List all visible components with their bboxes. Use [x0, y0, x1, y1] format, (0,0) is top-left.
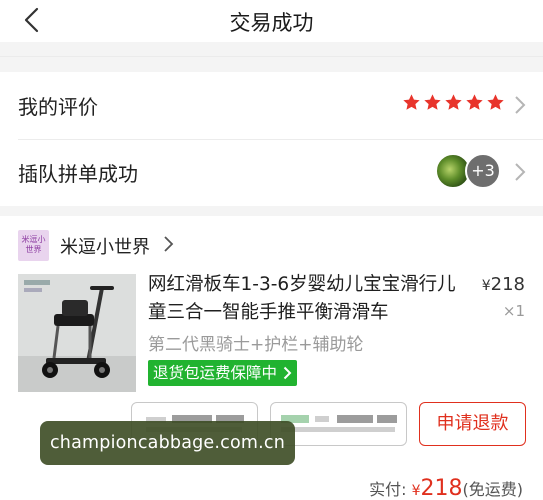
shop-logo[interactable]: 米逗小 世界	[18, 230, 49, 261]
star-icon	[445, 94, 462, 110]
nav-bar: 交易成功	[0, 0, 543, 42]
watermark: championcabbage.com.cn	[40, 421, 295, 465]
order-status-card: 我的评价 插队拼单成功 +3	[0, 72, 543, 206]
request-refund-button[interactable]: 申请退款	[419, 402, 526, 446]
return-shipping-badge[interactable]: 退货包运费保障中	[148, 360, 298, 386]
section-spacer	[0, 206, 543, 216]
group-join-row[interactable]: 插队拼单成功 +3	[0, 139, 543, 206]
group-join-label: 插队拼单成功	[18, 162, 138, 186]
chevron-right-icon	[283, 366, 292, 380]
scooter-illustration	[18, 274, 136, 392]
star-icon	[424, 94, 441, 110]
participant-avatars: +3	[435, 153, 505, 191]
amount-value: 218	[420, 476, 463, 500]
rating-stars	[402, 93, 505, 112]
product-title[interactable]: 网红滑板车1-3-6岁婴幼儿宝宝滑行儿童三合一智能手推平衡滑滑车	[148, 271, 464, 327]
item-quantity: ×1	[502, 302, 525, 320]
currency-symbol: ¥	[411, 483, 421, 499]
chevron-right-icon	[515, 163, 526, 181]
section-spacer	[0, 42, 543, 72]
star-icon	[487, 94, 504, 110]
item-price: ¥218	[482, 274, 525, 295]
currency-symbol: ¥	[481, 278, 491, 294]
amount-label: 实付:	[369, 480, 407, 499]
amount-paid: 实付: ¥218(免运费)	[369, 476, 523, 500]
shop-logo-text: 世界	[25, 245, 42, 254]
star-icon	[403, 94, 420, 110]
my-review-label: 我的评价	[18, 95, 98, 119]
product-image[interactable]	[18, 274, 136, 392]
chevron-right-icon	[515, 96, 526, 114]
product-spec: 第二代黑骑士+护栏+辅助轮	[148, 335, 364, 355]
shipping-note: (免运费)	[462, 480, 524, 499]
price-value: 218	[490, 274, 525, 295]
more-participants-badge: +3	[465, 153, 501, 189]
page-title: 交易成功	[229, 11, 314, 35]
my-review-row[interactable]: 我的评价	[0, 72, 543, 140]
badge-label: 退货包运费保障中	[153, 364, 278, 382]
chevron-right-icon[interactable]	[163, 235, 174, 253]
shop-name[interactable]: 米逗小世界	[60, 233, 150, 259]
star-icon	[466, 94, 483, 110]
shop-logo-text: 米逗小	[21, 235, 46, 244]
